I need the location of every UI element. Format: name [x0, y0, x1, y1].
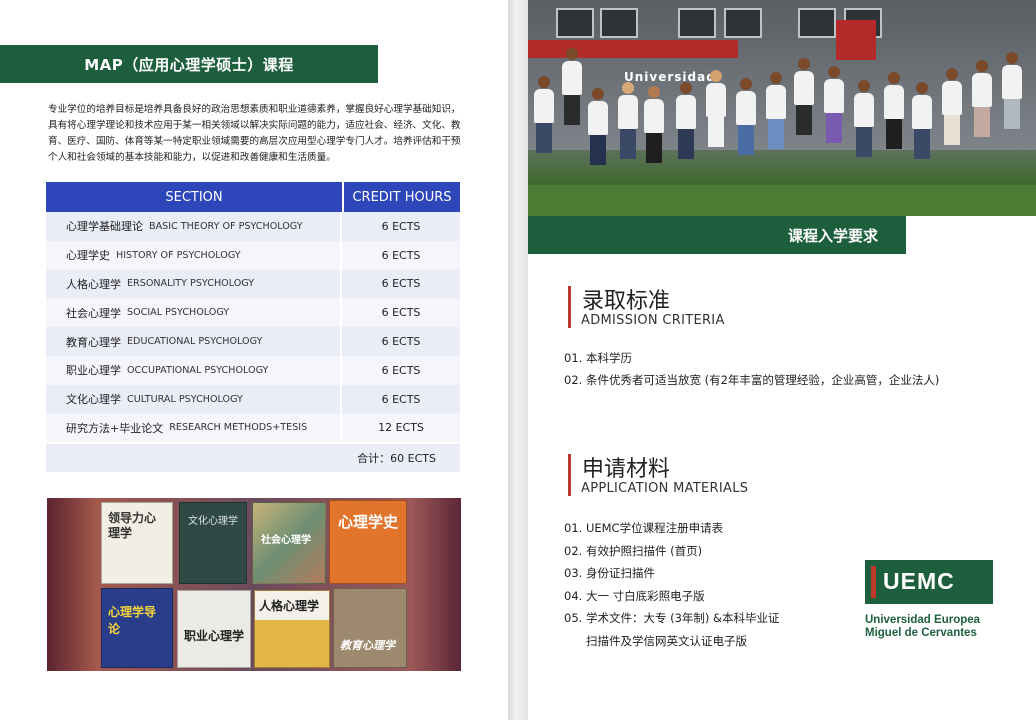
table-row: 教育心理学 EDUCATIONAL PSYCHOLOGY 6 ECTS	[46, 327, 460, 356]
left-page: MAP（应用心理学硕士）课程 专业学位的培养目标是培养具备良好的政治思想素质和职…	[0, 0, 508, 720]
book-cover: 心理学导论	[101, 588, 173, 668]
list-item: 01. UEMC学位课程注册申请表	[564, 521, 724, 535]
table-row: 职业心理学 OCCUPATIONAL PSYCHOLOGY 6 ECTS	[46, 355, 460, 385]
course-zh: 人格心理学	[66, 277, 121, 291]
curriculum-table: SECTION CREDIT HOURS 心理学基础理论 BASIC THEORY…	[46, 182, 460, 473]
list-item: 02. 有效护照扫描件 (首页)	[564, 543, 703, 558]
course-credits: 6 ECTS	[381, 277, 421, 291]
book-cover: 文化心理学	[179, 502, 247, 584]
materials-list: 01. UEMC学位课程注册申请表 02. 有效护照扫描件 (首页) 03. 身…	[564, 517, 780, 652]
admission-list: 01. 本科学历 02. 条件优秀者可适当放宽 (有2年丰富的管理经验，企业高管…	[564, 350, 939, 388]
course-en: HISTORY OF PSYCHOLOGY	[116, 249, 241, 261]
materials-title-zh: 申请材料	[582, 457, 671, 482]
admission-title-en: ADMISSION CRITERIA	[581, 313, 725, 328]
table-total: 合计：60 ECTS	[46, 444, 460, 473]
course-en: SOCIAL PSYCHOLOGY	[127, 307, 230, 319]
header-credit-hours: CREDIT HOURS	[352, 189, 452, 205]
course-zh: 文化心理学	[66, 393, 121, 407]
materials-title-en: APPLICATION MATERIALS	[581, 481, 749, 496]
table-row: 研究方法+毕业论文 RESEARCH METHODS+TESIS 12 ECTS	[46, 413, 460, 443]
course-zh: 教育心理学	[66, 335, 121, 349]
course-credits: 6 ECTS	[381, 306, 421, 320]
table-header: SECTION CREDIT HOURS	[46, 182, 460, 212]
course-en: ERSONALITY PSYCHOLOGY	[127, 278, 255, 290]
course-en: BASIC THEORY OF PSYCHOLOGY	[149, 220, 303, 232]
list-item: 扫描件及学信网英文认证电子版	[586, 633, 747, 648]
course-en: CULTURAL PSYCHOLOGY	[127, 393, 243, 405]
course-zh: 社会心理学	[66, 306, 121, 320]
table-row: 文化心理学 CULTURAL PSYCHOLOGY 6 ECTS	[46, 384, 460, 414]
course-credits: 6 ECTS	[381, 335, 421, 349]
table-row: 社会心理学 SOCIAL PSYCHOLOGY 6 ECTS	[46, 298, 460, 328]
course-credits: 6 ECTS	[381, 219, 421, 233]
logo-line1: Universidad Europea	[865, 614, 981, 626]
course-zh: 研究方法+毕业论文	[66, 421, 164, 435]
book-cover: 心理学史	[329, 500, 407, 584]
course-zh: 职业心理学	[66, 364, 121, 378]
course-en: OCCUPATIONAL PSYCHOLOGY	[127, 364, 269, 376]
program-title: MAP（应用心理学硕士）课程	[84, 55, 294, 74]
course-en: EDUCATIONAL PSYCHOLOGY	[127, 336, 263, 348]
admission-title-zh: 录取标准	[582, 289, 671, 314]
header-section: SECTION	[46, 182, 344, 212]
course-credits: 6 ECTS	[381, 248, 421, 262]
course-zh: 心理学基础理论	[66, 220, 143, 234]
book-cover: 社会心理学	[252, 502, 326, 584]
requirements-title-bar: 课程入学要求	[528, 216, 906, 254]
list-item: 01. 本科学历	[564, 351, 632, 365]
list-item: 04. 大一 寸白底彩照电子版	[564, 588, 705, 603]
table-row: 心理学史 HISTORY OF PSYCHOLOGY 6 ECTS	[46, 240, 460, 270]
book-cover: 职业心理学	[177, 590, 251, 668]
logo-line2: Miguel de Cervantes	[865, 627, 977, 639]
list-item: 05. 学术文件：大专 (3年制) &本科毕业证	[564, 611, 780, 625]
program-intro: 专业学位的培养目标是培养具备良好的政治思想素质和职业道德素养，掌握良好心理学基础…	[48, 104, 461, 163]
psychology-books-photo: 领导力心理学 文化心理学 社会心理学 心理学史 心理学导论 职业心理学 人格心理…	[47, 498, 461, 671]
course-credits: 12 ECTS	[378, 421, 424, 435]
course-credits: 6 ECTS	[381, 363, 421, 377]
book-cover: 人格心理学	[254, 590, 330, 668]
course-en: RESEARCH METHODS+TESIS	[169, 422, 308, 434]
students-photo: Universidad	[528, 0, 1036, 216]
uemc-logo: UEMC Universidad Europea Miguel de Cerva…	[865, 560, 995, 645]
right-page: Universidad 课程入学要求 录取标准 ADMISSION CRITER…	[528, 0, 1036, 720]
course-credits: 6 ECTS	[381, 392, 421, 406]
requirements-title: 课程入学要求	[787, 226, 878, 245]
program-title-bar: MAP（应用心理学硕士）课程	[0, 45, 378, 83]
logo-mark: UEMC	[883, 568, 955, 594]
table-row: 心理学基础理论 BASIC THEORY OF PSYCHOLOGY 6 ECTS	[46, 212, 460, 241]
list-item: 03. 身份证扫描件	[564, 566, 655, 580]
book-cover: 教育心理学	[333, 588, 407, 668]
course-zh: 心理学史	[66, 249, 110, 263]
table-row: 人格心理学 ERSONALITY PSYCHOLOGY 6 ECTS	[46, 269, 460, 299]
book-spine	[508, 0, 528, 720]
book-cover: 领导力心理学	[101, 502, 173, 584]
list-item: 02. 条件优秀者可适当放宽 (有2年丰富的管理经验，企业高管，企业法人)	[564, 373, 940, 387]
